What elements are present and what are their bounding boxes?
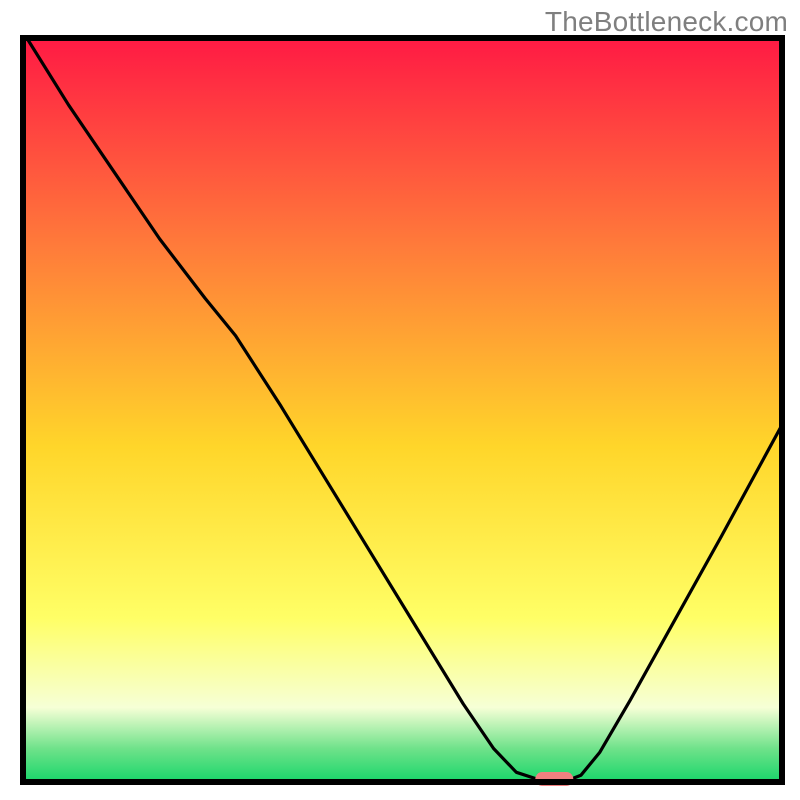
chart-container: TheBottleneck.com — [0, 0, 800, 800]
bottleneck-chart — [0, 0, 800, 800]
watermark-text: TheBottleneck.com — [545, 6, 788, 38]
plot-background — [23, 38, 782, 782]
